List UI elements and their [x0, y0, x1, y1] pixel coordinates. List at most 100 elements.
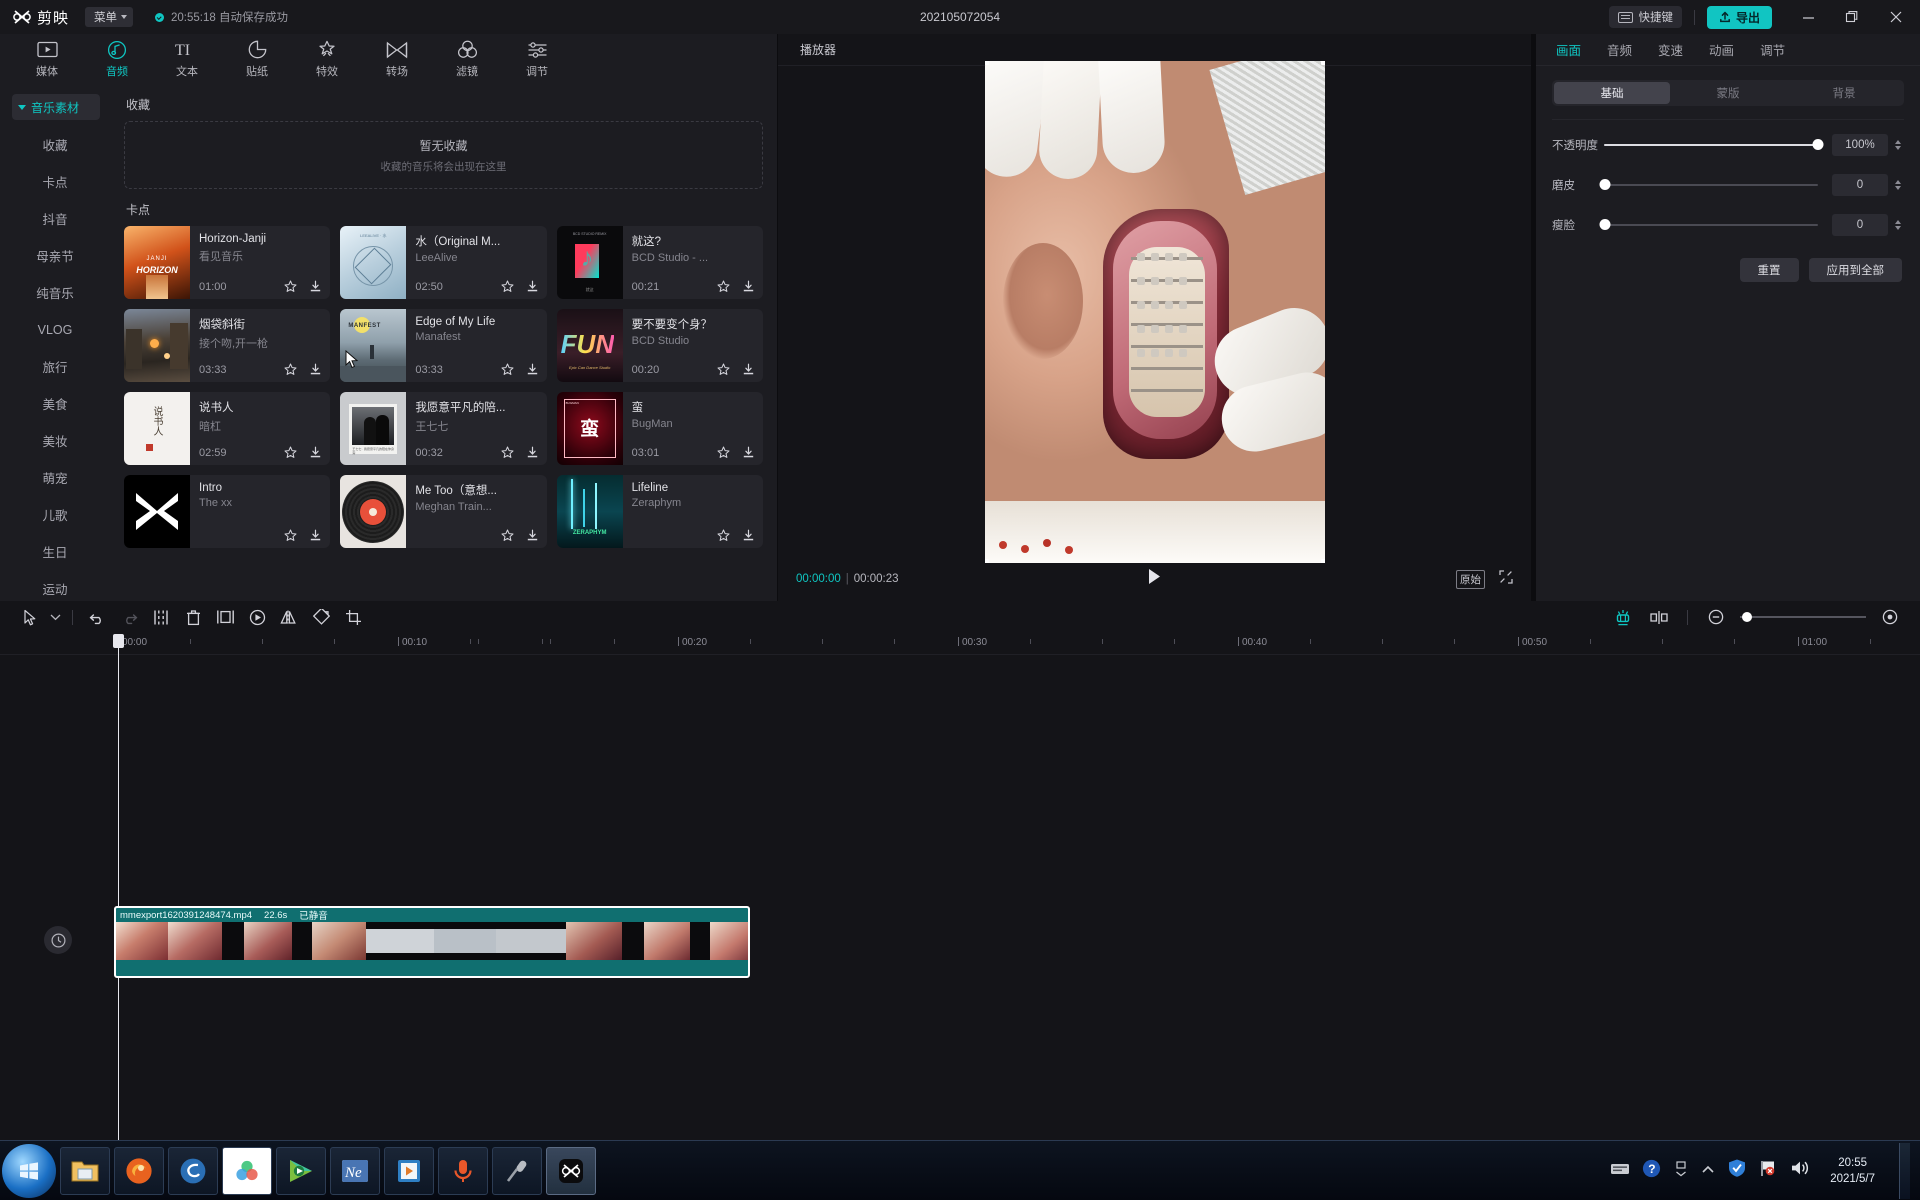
- split-icon[interactable]: [145, 603, 177, 631]
- slider-knob[interactable]: [1600, 179, 1611, 190]
- tab-sticker[interactable]: 贴纸: [226, 36, 288, 82]
- mic-record-icon[interactable]: [438, 1147, 488, 1195]
- download-icon[interactable]: [742, 280, 755, 293]
- fullscreen-icon[interactable]: [1499, 570, 1513, 589]
- tab-filter[interactable]: 滤镜: [436, 36, 498, 82]
- magnet-snap-icon[interactable]: [1607, 603, 1639, 631]
- favorite-star-icon[interactable]: [284, 529, 297, 542]
- stepper-down-icon[interactable]: [1895, 186, 1901, 190]
- segment-basic[interactable]: 基础: [1554, 82, 1670, 104]
- download-icon[interactable]: [742, 446, 755, 459]
- sidebar-item-sports[interactable]: 运动: [0, 570, 110, 601]
- favorite-star-icon[interactable]: [284, 446, 297, 459]
- taskbar-clock[interactable]: 20:55 2021/5/7: [1822, 1155, 1883, 1187]
- playhead[interactable]: [118, 634, 119, 1140]
- sidebar-item-favorites[interactable]: 收藏: [0, 126, 110, 163]
- stepper-down-icon[interactable]: [1895, 226, 1901, 230]
- tab-animation[interactable]: 动画: [1709, 40, 1734, 59]
- tab-speed[interactable]: 变速: [1658, 40, 1683, 59]
- music-card[interactable]: 蛮 BUGMAN 蛮 BugMan 03:01: [557, 392, 763, 465]
- window-icon[interactable]: [1673, 1160, 1689, 1182]
- delete-icon[interactable]: [177, 603, 209, 631]
- opacity-value[interactable]: 100%: [1832, 134, 1888, 156]
- music-card[interactable]: 王七七 · 我愿意平凡的陪在你身旁 我愿意平凡的陪... 王七七 00:32: [340, 392, 546, 465]
- firefox-icon[interactable]: [114, 1147, 164, 1195]
- download-icon[interactable]: [309, 363, 322, 376]
- tab-text[interactable]: TI 文本: [156, 36, 218, 82]
- zoom-in-icon[interactable]: [1874, 603, 1906, 631]
- video-clip[interactable]: mmexport1620391248474.mp4 22.6s 已静音: [114, 906, 750, 978]
- sidebar-header-music-library[interactable]: 音乐素材: [12, 94, 100, 120]
- undo-icon[interactable]: [81, 603, 113, 631]
- music-card[interactable]: 说书人 说书人 暗杠 02:59: [124, 392, 330, 465]
- favorite-star-icon[interactable]: [284, 280, 297, 293]
- sidebar-item-instrumental[interactable]: 纯音乐: [0, 274, 110, 311]
- track-mute-icon[interactable]: [44, 926, 72, 954]
- maximize-button[interactable]: [1830, 0, 1874, 34]
- tab-media[interactable]: 媒体: [16, 36, 78, 82]
- mic-icon[interactable]: [492, 1147, 542, 1195]
- rotate-icon[interactable]: [305, 603, 337, 631]
- sidebar-item-mothersday[interactable]: 母亲节: [0, 237, 110, 274]
- playhead-grip[interactable]: [113, 634, 124, 648]
- stepper-up-icon[interactable]: [1895, 140, 1901, 144]
- favorite-star-icon[interactable]: [284, 363, 297, 376]
- sidebar-item-food[interactable]: 美食: [0, 385, 110, 422]
- stepper-up-icon[interactable]: [1895, 220, 1901, 224]
- slider-knob[interactable]: [1813, 139, 1824, 150]
- music-card[interactable]: ZERAPHYM Lifeline Zeraphym: [557, 475, 763, 548]
- stepper-down-icon[interactable]: [1895, 146, 1901, 150]
- help-icon[interactable]: ?: [1642, 1159, 1661, 1183]
- favorite-star-icon[interactable]: [717, 363, 730, 376]
- select-icon[interactable]: [14, 603, 46, 631]
- opacity-slider[interactable]: [1604, 138, 1818, 152]
- file-explorer-icon[interactable]: [60, 1147, 110, 1195]
- tab-adjust-props[interactable]: 调节: [1760, 40, 1785, 59]
- quality-button[interactable]: 原始: [1456, 570, 1485, 589]
- shield-icon[interactable]: [1727, 1158, 1747, 1183]
- download-icon[interactable]: [309, 280, 322, 293]
- music-card[interactable]: 烟袋斜街 接个吻,开一枪 03:33: [124, 309, 330, 382]
- sidebar-item-beauty[interactable]: 美妆: [0, 422, 110, 459]
- tab-picture[interactable]: 画面: [1556, 40, 1581, 59]
- favorite-star-icon[interactable]: [717, 280, 730, 293]
- keyboard-icon[interactable]: [1610, 1161, 1630, 1181]
- download-icon[interactable]: [742, 529, 755, 542]
- favorite-star-icon[interactable]: [717, 529, 730, 542]
- slider-knob[interactable]: [1600, 219, 1611, 230]
- volume-icon[interactable]: [1790, 1159, 1810, 1182]
- smoothing-value[interactable]: 0: [1832, 174, 1888, 196]
- mirror-icon[interactable]: [273, 603, 305, 631]
- zoom-slider[interactable]: [1740, 611, 1866, 623]
- favorite-star-icon[interactable]: [501, 363, 514, 376]
- crop-icon[interactable]: [337, 603, 369, 631]
- sogou-icon[interactable]: [168, 1147, 218, 1195]
- download-icon[interactable]: [309, 446, 322, 459]
- reset-button[interactable]: 重置: [1740, 258, 1799, 282]
- crop-edges-icon[interactable]: [209, 603, 241, 631]
- download-icon[interactable]: [742, 363, 755, 376]
- arrow-up-icon[interactable]: [1701, 1162, 1715, 1180]
- tab-adjust[interactable]: 调节: [506, 36, 568, 82]
- rgb-app-icon[interactable]: [222, 1147, 272, 1195]
- download-icon[interactable]: [309, 529, 322, 542]
- zoom-out-icon[interactable]: [1700, 603, 1732, 631]
- opacity-stepper[interactable]: [1891, 140, 1904, 150]
- favorite-star-icon[interactable]: [501, 280, 514, 293]
- tab-audio[interactable]: 音频: [86, 36, 148, 82]
- chevron-down-icon[interactable]: [46, 603, 64, 631]
- stepper-up-icon[interactable]: [1895, 180, 1901, 184]
- timeline-ruler[interactable]: 00:00 00:10 00:20 00:30 00:40 00:50 01:0…: [0, 633, 1920, 655]
- tab-effects[interactable]: 特效: [296, 36, 358, 82]
- tab-audio-props[interactable]: 音频: [1607, 40, 1632, 59]
- download-icon[interactable]: [526, 280, 539, 293]
- potplayer-icon[interactable]: [384, 1147, 434, 1195]
- neteditor-icon[interactable]: Ne: [330, 1147, 380, 1195]
- sidebar-item-douyin[interactable]: 抖音: [0, 200, 110, 237]
- shortcuts-button[interactable]: 快捷键: [1609, 6, 1682, 28]
- export-button[interactable]: 导出: [1707, 6, 1772, 29]
- smoothing-slider[interactable]: [1604, 178, 1818, 192]
- speed-icon[interactable]: [241, 603, 273, 631]
- flag-icon[interactable]: [1759, 1159, 1778, 1183]
- show-desktop-button[interactable]: [1899, 1143, 1910, 1199]
